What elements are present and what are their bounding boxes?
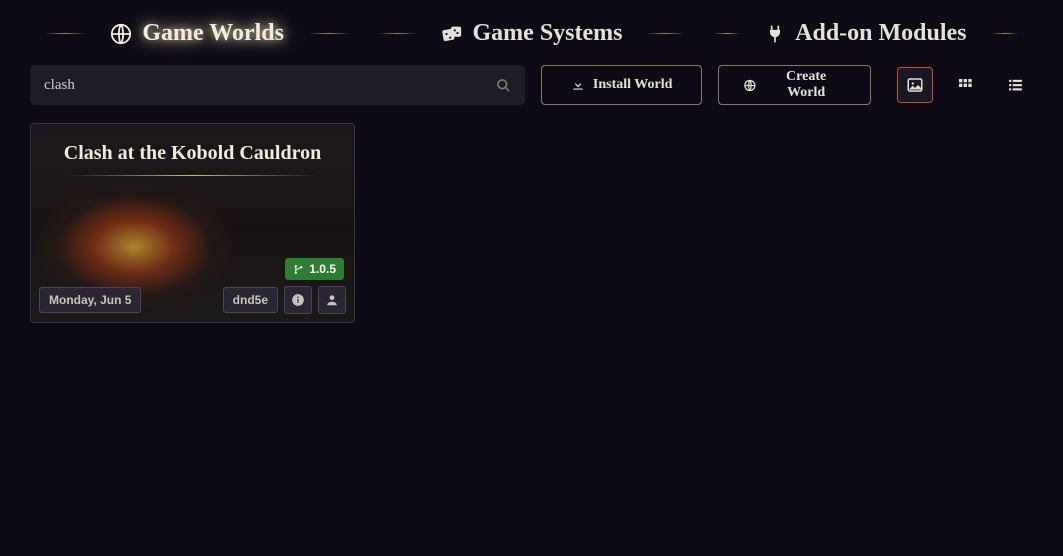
divider-line [991,33,1019,34]
globe-plus-icon [743,78,758,93]
divider-line [44,33,86,34]
branch-icon [293,264,304,275]
title-divider [67,175,318,176]
system-chip: dnd5e [223,287,278,313]
create-world-button[interactable]: Create World [718,65,871,105]
version-badge: 1.0.5 [285,258,344,280]
tab-game-systems[interactable]: Game Systems [364,20,698,47]
plug-icon [765,23,785,45]
button-label: Create World [766,69,846,101]
tab-label: Game Systems [473,20,623,47]
install-world-button[interactable]: Install World [541,65,702,105]
user-icon [325,293,339,307]
tab-label: Add-on Modules [795,20,966,47]
info-icon [291,293,305,307]
tab-label: Game Worlds [142,20,284,47]
world-card[interactable]: Clash at the Kobold Cauldron 1.0.5 Monda… [30,123,355,323]
date-chip: Monday, Jun 5 [39,287,141,313]
grid-icon [957,77,973,93]
version-text: 1.0.5 [309,262,336,276]
globe-icon [110,23,132,45]
divider-line [378,33,416,34]
world-title: Clash at the Kobold Cauldron [31,124,354,175]
view-grid-button[interactable] [947,67,983,103]
dice-icon [441,23,463,45]
view-image-button[interactable] [897,67,933,103]
search-box[interactable] [30,65,525,105]
download-icon [571,78,585,92]
tab-game-worlds[interactable]: Game Worlds [30,20,364,47]
image-icon [906,76,924,94]
divider-line [713,33,741,34]
info-button[interactable] [284,286,312,314]
tab-addon-modules[interactable]: Add-on Modules [699,20,1033,47]
divider-line [646,33,684,34]
user-button[interactable] [318,286,346,314]
view-list-button[interactable] [997,67,1033,103]
search-icon [496,78,511,93]
button-label: Install World [593,77,673,93]
search-input[interactable] [44,77,496,94]
divider-line [308,33,350,34]
list-icon [1007,77,1024,94]
